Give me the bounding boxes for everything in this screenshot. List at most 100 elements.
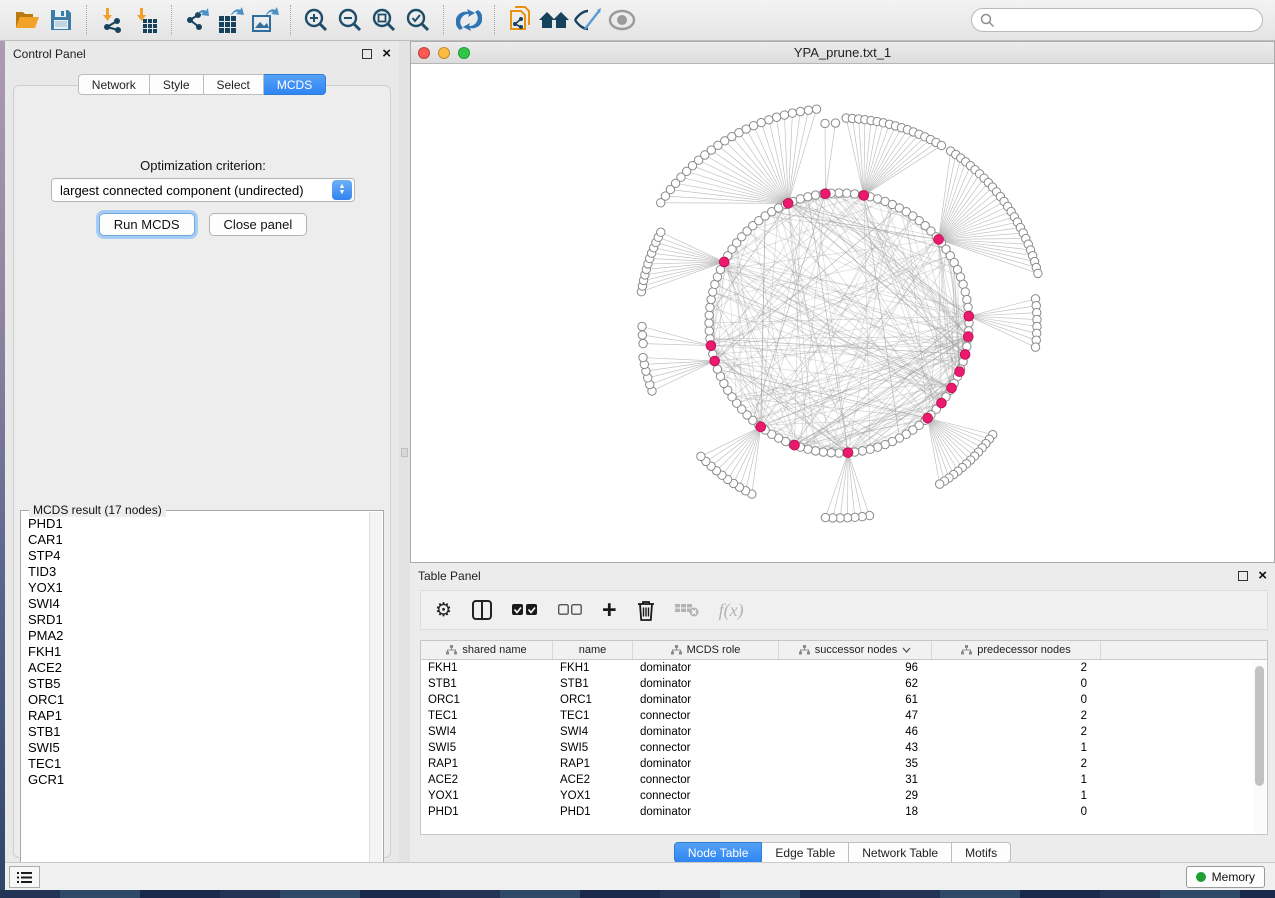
cell-name[interactable]: TEC1 bbox=[553, 710, 633, 722]
network-node[interactable] bbox=[923, 413, 933, 423]
table-row[interactable]: RAP1RAP1dominator352 bbox=[421, 756, 1267, 772]
deselect-all-rows-icon[interactable] bbox=[558, 597, 582, 623]
cell-shared_name[interactable]: YOX1 bbox=[421, 790, 553, 802]
network-node[interactable] bbox=[835, 449, 843, 457]
cell-mcds_role[interactable]: connector bbox=[633, 774, 779, 786]
network-node[interactable] bbox=[705, 319, 713, 327]
mcds-result-item[interactable]: SWI5 bbox=[21, 740, 369, 756]
tab-edge-table[interactable]: Edge Table bbox=[762, 842, 849, 863]
splitter-handle[interactable] bbox=[401, 448, 408, 457]
cell-shared_name[interactable]: SWI5 bbox=[421, 742, 553, 754]
network-node[interactable] bbox=[706, 341, 716, 351]
network-node[interactable] bbox=[858, 447, 866, 455]
mcds-list-scrollbar[interactable] bbox=[369, 512, 382, 873]
network-node[interactable] bbox=[638, 331, 646, 339]
cell-shared_name[interactable]: SWI4 bbox=[421, 726, 553, 738]
cell-shared_name[interactable]: FKH1 bbox=[421, 662, 553, 674]
network-node[interactable] bbox=[964, 303, 972, 311]
cell-predecessor_nodes[interactable]: 2 bbox=[932, 726, 1101, 738]
cell-name[interactable]: PHD1 bbox=[553, 806, 633, 818]
zoom-in-icon[interactable] bbox=[299, 5, 333, 35]
network-node[interactable] bbox=[697, 452, 705, 460]
save-session-icon[interactable] bbox=[44, 5, 78, 35]
column-header-MCDS-role[interactable]: MCDS role bbox=[633, 641, 779, 659]
tab-select[interactable]: Select bbox=[204, 74, 264, 95]
cell-mcds_role[interactable]: dominator bbox=[633, 662, 779, 674]
network-node[interactable] bbox=[850, 190, 858, 198]
table-row[interactable]: YOX1YOX1connector291 bbox=[421, 788, 1267, 804]
network-node[interactable] bbox=[821, 189, 831, 199]
delete-table-icon[interactable] bbox=[675, 597, 699, 623]
table-row[interactable]: TEC1TEC1connector472 bbox=[421, 708, 1267, 724]
network-node[interactable] bbox=[964, 311, 974, 321]
network-node[interactable] bbox=[765, 116, 773, 124]
network-node[interactable] bbox=[796, 107, 804, 115]
network-node[interactable] bbox=[960, 350, 970, 360]
zoom-out-icon[interactable] bbox=[333, 5, 367, 35]
column-header-predecessor-nodes[interactable]: predecessor nodes bbox=[932, 641, 1101, 659]
criterion-dropdown[interactable]: largest connected component (undirected)… bbox=[51, 178, 355, 202]
cell-name[interactable]: YOX1 bbox=[553, 790, 633, 802]
cell-successor_nodes[interactable]: 46 bbox=[779, 726, 932, 738]
network-node[interactable] bbox=[757, 118, 765, 126]
network-node[interactable] bbox=[827, 449, 835, 457]
mcds-result-item[interactable]: TID3 bbox=[21, 564, 369, 580]
network-node[interactable] bbox=[935, 480, 943, 488]
cell-successor_nodes[interactable]: 96 bbox=[779, 662, 932, 674]
network-node[interactable] bbox=[835, 189, 843, 197]
column-header-shared-name[interactable]: shared name bbox=[421, 641, 553, 659]
cell-mcds_role[interactable]: dominator bbox=[633, 678, 779, 690]
network-node[interactable] bbox=[819, 448, 827, 456]
table-scrollbar[interactable] bbox=[1253, 661, 1266, 835]
table-row[interactable]: FKH1FKH1dominator962 bbox=[421, 660, 1267, 676]
network-node[interactable] bbox=[1031, 343, 1039, 351]
network-node[interactable] bbox=[947, 383, 957, 393]
function-builder-icon[interactable]: f(x) bbox=[719, 597, 744, 623]
network-node[interactable] bbox=[706, 303, 714, 311]
mcds-result-item[interactable]: GCR1 bbox=[21, 772, 369, 788]
select-all-rows-icon[interactable] bbox=[512, 597, 538, 623]
table-row[interactable]: SWI4SWI4dominator462 bbox=[421, 724, 1267, 740]
column-header-successor-nodes[interactable]: successor nodes bbox=[779, 641, 932, 659]
cell-predecessor_nodes[interactable]: 1 bbox=[932, 790, 1101, 802]
network-node[interactable] bbox=[719, 257, 729, 267]
network-node[interactable] bbox=[963, 295, 971, 303]
mcds-result-item[interactable]: STP4 bbox=[21, 548, 369, 564]
mcds-result-item[interactable]: TEC1 bbox=[21, 756, 369, 772]
network-node[interactable] bbox=[639, 353, 647, 361]
mcds-result-item[interactable]: ACE2 bbox=[21, 660, 369, 676]
cell-shared_name[interactable]: TEC1 bbox=[421, 710, 553, 722]
cell-shared_name[interactable]: RAP1 bbox=[421, 758, 553, 770]
cell-shared_name[interactable]: STB1 bbox=[421, 678, 553, 690]
network-node[interactable] bbox=[772, 113, 780, 121]
network-node[interactable] bbox=[843, 189, 851, 197]
network-node[interactable] bbox=[756, 422, 766, 432]
cell-mcds_role[interactable]: dominator bbox=[633, 758, 779, 770]
tab-style[interactable]: Style bbox=[150, 74, 204, 95]
tab-network[interactable]: Network bbox=[78, 74, 150, 95]
network-canvas[interactable] bbox=[411, 64, 1274, 562]
import-network-icon[interactable] bbox=[95, 5, 129, 35]
network-node[interactable] bbox=[831, 119, 839, 127]
cell-name[interactable]: ORC1 bbox=[553, 694, 633, 706]
network-node[interactable] bbox=[638, 322, 646, 330]
cell-successor_nodes[interactable]: 62 bbox=[779, 678, 932, 690]
mcds-result-item[interactable]: PMA2 bbox=[21, 628, 369, 644]
close-panel-button[interactable]: Close panel bbox=[209, 213, 308, 236]
network-window-titlebar[interactable]: YPA_prune.txt_1 bbox=[411, 42, 1274, 64]
cell-name[interactable]: FKH1 bbox=[553, 662, 633, 674]
network-node[interactable] bbox=[963, 332, 973, 342]
float-panel-icon[interactable] bbox=[362, 49, 372, 59]
export-image-icon[interactable] bbox=[248, 5, 282, 35]
search-box[interactable] bbox=[971, 8, 1263, 32]
tab-node-table[interactable]: Node Table bbox=[674, 842, 763, 863]
table-row[interactable]: ACE2ACE2connector311 bbox=[421, 772, 1267, 788]
network-node[interactable] bbox=[859, 191, 869, 201]
gear-icon[interactable]: ⚙ bbox=[435, 597, 452, 623]
cell-shared_name[interactable]: ACE2 bbox=[421, 774, 553, 786]
network-node[interactable] bbox=[1034, 269, 1042, 277]
mcds-result-item[interactable]: STB5 bbox=[21, 676, 369, 692]
hide-selected-icon[interactable] bbox=[571, 5, 605, 35]
open-file-icon[interactable] bbox=[10, 5, 44, 35]
cell-predecessor_nodes[interactable]: 2 bbox=[932, 758, 1101, 770]
